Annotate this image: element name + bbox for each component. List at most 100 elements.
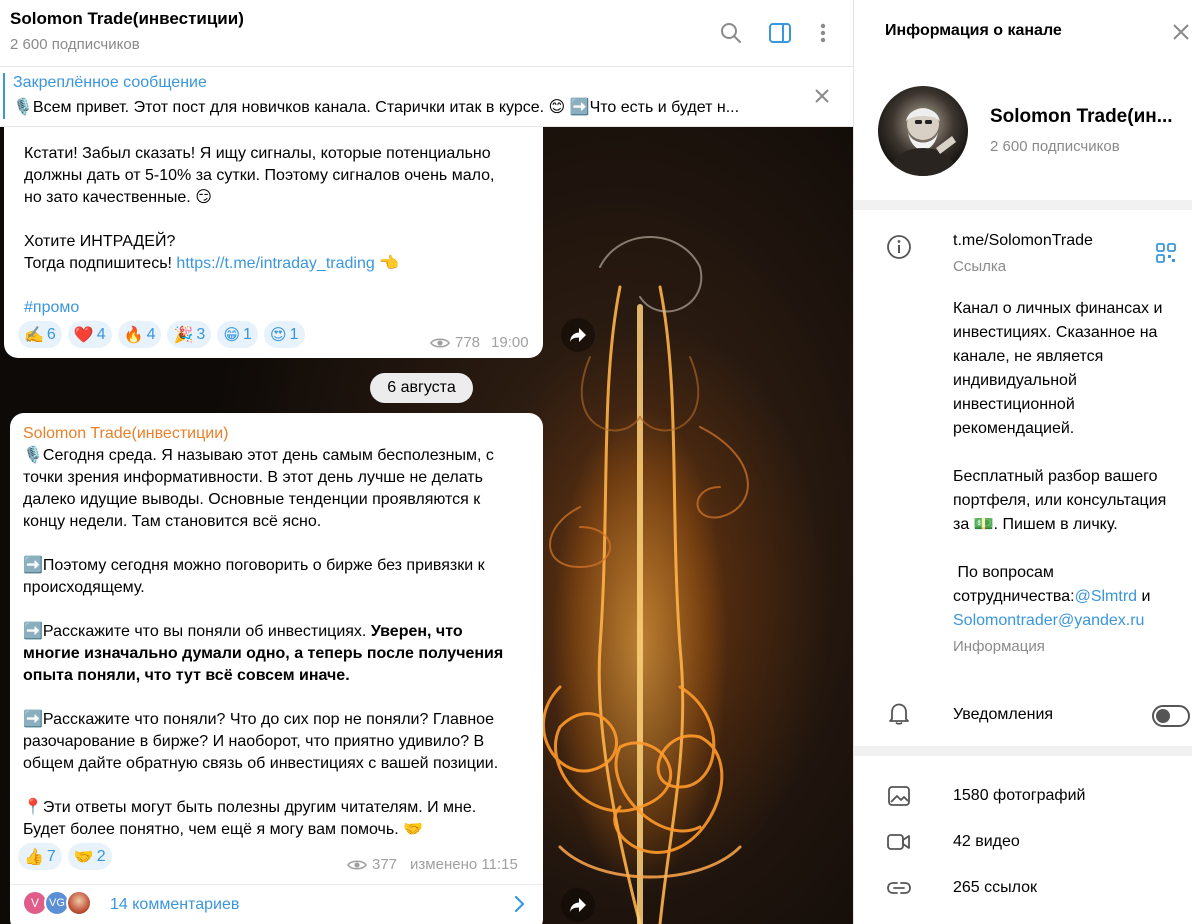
toggle-knob [1156, 709, 1170, 723]
reaction-count: 3 [196, 325, 206, 343]
search-icon[interactable] [716, 18, 746, 48]
edited-time: изменено 11:15 [410, 856, 518, 873]
media-label: 42 видео [953, 833, 1020, 850]
text-line: 📍Эти ответы могут быть полезны другим чи… [23, 799, 477, 816]
reaction-fire[interactable]: 🔥 4 [117, 321, 162, 348]
reaction-emoji: 🤝 [73, 848, 94, 866]
text-line: Бесплатный разбор вашего [953, 468, 1158, 485]
text-line: опыта поняли, что тут всё совсем иначе. [23, 665, 503, 687]
channel-title[interactable]: Solomon Trade(инвестиции) [10, 9, 244, 29]
comments-button[interactable]: V VG 14 комментариев [10, 885, 543, 924]
text-line: происходящему. [23, 579, 145, 596]
media-row-videos[interactable]: 42 видео [854, 822, 1192, 862]
pinned-message-bar[interactable]: Закреплённое сообщение 🎙️Всем привет. Эт… [0, 67, 853, 127]
text-span: сотрудничества: [953, 588, 1075, 605]
text-line: точки зрения информативности. В этот ден… [23, 469, 483, 486]
close-pinned-icon[interactable] [812, 86, 832, 111]
reaction-party[interactable]: 🎉 3 [167, 321, 212, 348]
info-icon [886, 234, 912, 260]
bell-icon [886, 700, 912, 726]
reaction-count: 6 [46, 325, 56, 343]
reaction-grin[interactable]: 😁 1 [217, 321, 258, 348]
channel-name: Solomon Trade(ин... [990, 106, 1173, 127]
message-text: 🎙️Сегодня среда. Я называю этот день сам… [23, 445, 503, 841]
text-span: 👈 [374, 255, 400, 272]
text-line: за 💵. Пишем в личку. [953, 516, 1118, 533]
views-count: 778 [455, 334, 481, 351]
media-row-links[interactable]: 265 ссылок [854, 868, 1192, 908]
media-section: 1580 фотографий 42 видео 265 ссылок [854, 756, 1192, 924]
views-eye-icon [430, 337, 450, 348]
reaction-emoji: 😍 [269, 326, 287, 344]
message-text: Кстати! Забыл сказать! Я ищу сигналы, ко… [24, 143, 494, 319]
info-details-section: t.me/SolomonTrade Ссылка Канал о личных … [854, 210, 1192, 746]
text-line: Хотите ИНТРАДЕЙ? [24, 233, 176, 250]
reaction-write[interactable]: ✍️ 6 [18, 321, 62, 348]
text-line: сотрудничества:@Slmtrd и [953, 585, 1166, 609]
text-span: Тогда подпишитесь! [24, 255, 177, 272]
text-line: многие изначально думали одно, а теперь … [23, 643, 503, 665]
contact-email-link[interactable]: Solomontrader@yandex.ru [953, 609, 1166, 633]
text-line: но зато качественные. 😏 [24, 189, 212, 206]
message-bubble: Кстати! Забыл сказать! Я ищу сигналы, ко… [4, 110, 543, 358]
views-count: 377 [372, 856, 398, 873]
sidebar-toggle-icon[interactable] [765, 18, 795, 48]
reaction-emoji: 🔥 [123, 326, 144, 344]
text-line [24, 209, 494, 231]
info-header-section: Информация о канале Solomon Trade(ин... … [854, 0, 1192, 200]
qr-code-icon[interactable] [1156, 243, 1176, 268]
text-span: и [1137, 588, 1151, 605]
channel-avatar[interactable] [878, 86, 968, 176]
channel-info-panel: Информация о канале Solomon Trade(ин... … [853, 0, 1192, 924]
share-icon[interactable] [561, 888, 595, 922]
more-menu-icon[interactable] [808, 18, 838, 48]
text-line: рекомендацией. [953, 420, 1075, 437]
close-icon[interactable] [1171, 22, 1191, 47]
reaction-emoji: 🎉 [173, 326, 194, 344]
text-line: Тогда подпишитесь! https://t.me/intraday… [24, 253, 494, 275]
media-row-photos[interactable]: 1580 фотографий [854, 776, 1192, 816]
channel-link-label: Ссылка [953, 258, 1007, 275]
views-eye-icon [347, 859, 367, 870]
contact-handle-link[interactable]: @Slmtrd [1075, 588, 1137, 605]
chat-column: Solomon Trade(инвестиции) 2 600 подписчи… [0, 0, 853, 924]
media-label: 1580 фотографий [953, 787, 1086, 804]
panel-title: Информация о канале [885, 22, 1062, 39]
text-line: портфеля, или консультация [953, 492, 1167, 509]
text-line: концу недели. Там становится всё ясно. [23, 513, 322, 530]
share-icon[interactable] [561, 318, 595, 352]
notifications-row[interactable]: Уведомления [854, 684, 1192, 746]
message-time: 19:00 [491, 334, 529, 351]
reactions-row: 👍 7 🤝 2 [18, 843, 112, 870]
text-line: индивидуальной [953, 372, 1077, 389]
date-separator: 6 августа [370, 373, 473, 403]
channel-description: Канал о личных финансах и инвестициях. С… [953, 297, 1166, 633]
bold-text: многие изначально думали одно, а теперь … [23, 645, 504, 662]
media-label: 265 ссылок [953, 879, 1038, 896]
notifications-toggle[interactable] [1152, 705, 1190, 727]
description-label: Информация [953, 638, 1045, 655]
commenter-avatar [66, 890, 92, 916]
reaction-count: 1 [243, 325, 252, 343]
chevron-right-icon [513, 895, 525, 918]
text-line: должны дать от 5-10% за сутки. Поэтому с… [24, 167, 495, 184]
reaction-count: 2 [96, 847, 106, 865]
hashtag-link[interactable]: #промо [24, 297, 494, 319]
text-line: Кстати! Забыл сказать! Я ищу сигналы, ко… [24, 145, 491, 162]
reaction-count: 4 [96, 325, 106, 343]
reaction-heart[interactable]: ❤️ 4 [67, 321, 112, 348]
reaction-heart-eyes[interactable]: 😍 1 [263, 321, 305, 348]
reaction-thumbs-up[interactable]: 👍 7 [18, 843, 62, 870]
message-author[interactable]: Solomon Trade(инвестиции) [23, 425, 228, 443]
intraday-link[interactable]: https://t.me/intraday_trading [176, 255, 374, 272]
text-line: 🎙️Сегодня среда. Я называю этот день сам… [23, 447, 494, 464]
text-line: инвестиционной [953, 396, 1075, 413]
text-line: инвестициях. Сказанное на [953, 324, 1158, 341]
text-line: Канал о личных финансах и [953, 300, 1163, 317]
text-line: ➡️Поэтому сегодня можно поговорить о бир… [23, 557, 485, 574]
channel-link[interactable]: t.me/SolomonTrade [953, 229, 1093, 253]
text-line [953, 441, 1166, 465]
reaction-handshake[interactable]: 🤝 2 [67, 843, 112, 870]
